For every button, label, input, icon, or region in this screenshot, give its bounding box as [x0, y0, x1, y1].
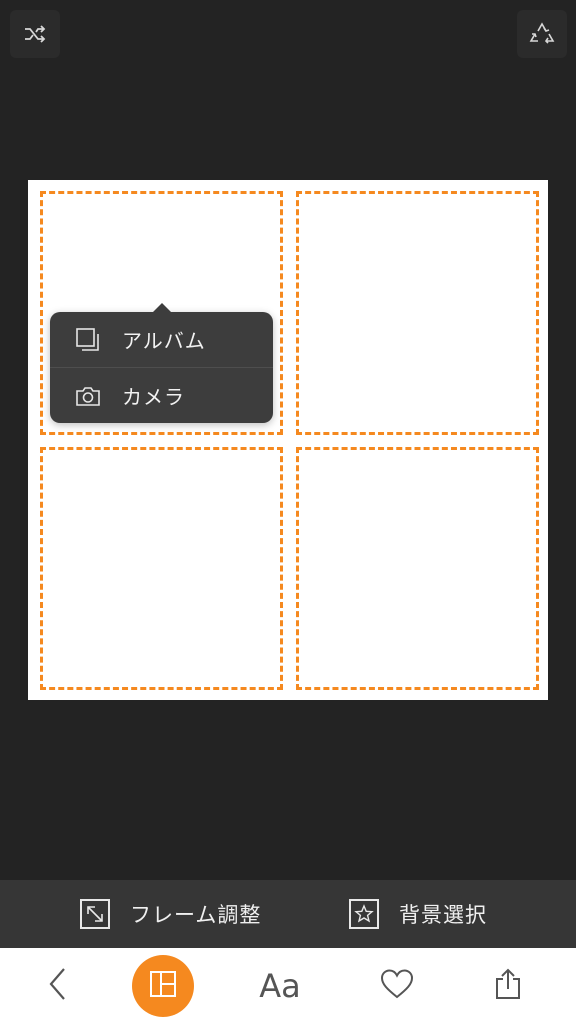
shuffle-button[interactable] [10, 10, 60, 58]
frame-adjust-label: フレーム調整 [130, 903, 262, 927]
favorite-tab[interactable] [368, 948, 426, 1024]
photo-slot-3[interactable] [40, 447, 283, 690]
album-label: アルバム [122, 329, 206, 353]
share-icon [493, 967, 523, 1005]
resize-icon [80, 899, 110, 929]
photo-slot-4[interactable] [296, 447, 539, 690]
album-menu-item[interactable]: アルバム [50, 312, 273, 367]
camera-label: カメラ [122, 385, 185, 409]
heart-icon [379, 968, 415, 1004]
recycle-icon [529, 22, 555, 46]
album-icon [74, 326, 102, 354]
camera-icon [74, 382, 102, 410]
shuffle-icon [23, 24, 47, 44]
layout-tab-highlight [132, 955, 194, 1017]
background-select-label: 背景選択 [399, 903, 487, 927]
popup-arrow [153, 303, 171, 312]
share-tab[interactable] [480, 948, 536, 1024]
text-tab[interactable]: Aa [252, 948, 308, 1024]
collage-canvas [28, 180, 548, 700]
background-select-button[interactable]: 背景選択 [349, 880, 487, 948]
photo-source-popup: アルバム カメラ [50, 303, 273, 423]
camera-menu-item[interactable]: カメラ [50, 368, 273, 423]
layout-tab[interactable] [132, 948, 194, 1024]
recycle-button[interactable] [517, 10, 567, 58]
star-icon [349, 899, 379, 929]
bottom-tab-bar: Aa [0, 948, 576, 1024]
layout-grid-icon [148, 969, 178, 1003]
edit-toolbar: フレーム調整 背景選択 [0, 880, 576, 948]
frame-adjust-button[interactable]: フレーム調整 [80, 880, 261, 948]
text-tab-label: Aa [259, 967, 301, 1005]
chevron-left-icon [46, 966, 70, 1006]
photo-slot-2[interactable] [296, 191, 539, 435]
back-button[interactable] [30, 948, 86, 1024]
